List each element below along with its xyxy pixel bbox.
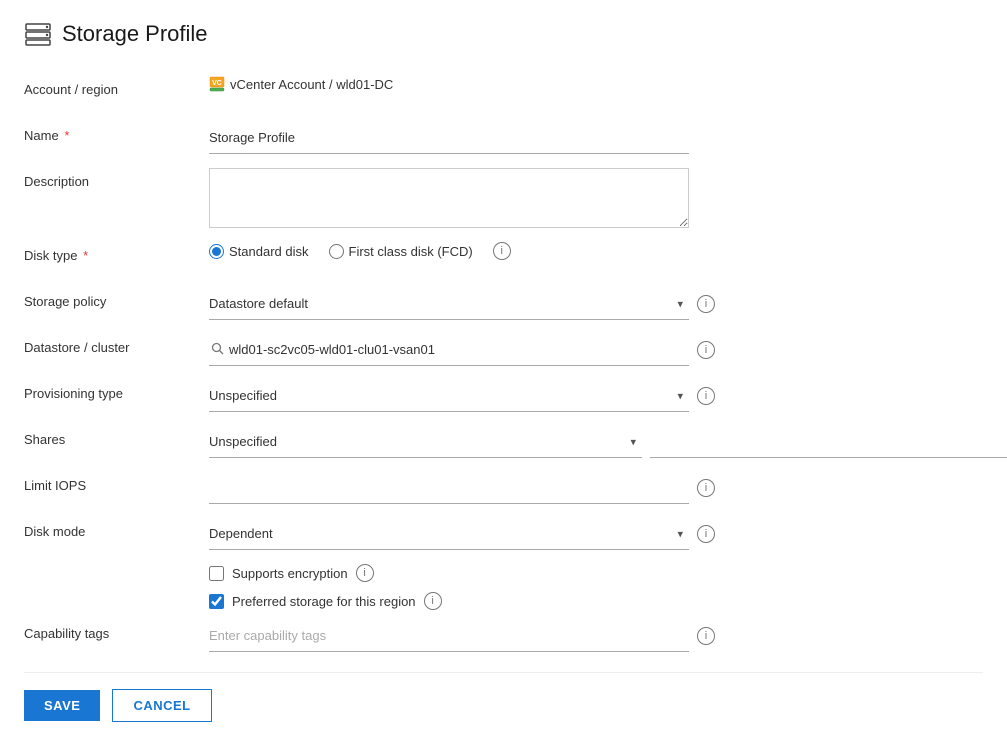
preferred-storage-info-icon[interactable]: i <box>424 592 442 610</box>
datastore-input-wrapper <box>209 334 689 366</box>
name-label: Name * <box>24 122 209 143</box>
shares-extra-input[interactable] <box>650 426 1007 458</box>
disk-type-row: Disk type * Standard disk First class di… <box>24 242 983 274</box>
account-region-row: Account / region VC vCenter Account / wl… <box>24 76 983 108</box>
description-field <box>209 168 929 228</box>
disk-mode-info-icon[interactable]: i <box>697 525 715 543</box>
save-button[interactable]: SAVE <box>24 690 100 721</box>
fcd-disk-radio[interactable] <box>329 244 344 259</box>
provisioning-type-select-wrapper: Unspecified Thin Thick ▾ <box>209 380 689 412</box>
page-header: Storage Profile <box>24 20 983 48</box>
datastore-cluster-label: Datastore / cluster <box>24 334 209 355</box>
name-required-indicator: * <box>64 128 69 143</box>
capability-tags-field: i <box>209 620 983 652</box>
disk-type-label: Disk type * <box>24 242 209 263</box>
storage-policy-info-icon[interactable]: i <box>697 295 715 313</box>
storage-icon <box>24 20 52 48</box>
capability-tags-row: Capability tags i <box>24 620 983 652</box>
capability-tags-input[interactable] <box>209 620 689 652</box>
name-field <box>209 122 929 154</box>
description-row: Description <box>24 168 983 228</box>
standard-disk-label: Standard disk <box>229 244 309 259</box>
name-input[interactable] <box>209 122 689 154</box>
disk-mode-field: Dependent Independent persistent Indepen… <box>209 518 929 550</box>
provisioning-type-info-icon[interactable]: i <box>697 387 715 405</box>
provisioning-type-row: Provisioning type Unspecified Thin Thick… <box>24 380 983 412</box>
preferred-storage-label[interactable]: Preferred storage for this region <box>232 594 416 609</box>
supports-encryption-checkbox[interactable] <box>209 566 224 581</box>
shares-label: Shares <box>24 426 209 447</box>
account-region-field: VC vCenter Account / wld01-DC <box>209 76 929 92</box>
shares-select-wrapper: Unspecified Low Normal High Custom ▾ <box>209 426 642 458</box>
supports-encryption-label[interactable]: Supports encryption <box>232 566 348 581</box>
storage-policy-select-wrapper: Datastore default Other ▾ <box>209 288 689 320</box>
limit-iops-input[interactable] <box>209 472 689 504</box>
account-region-value: VC vCenter Account / wld01-DC <box>209 76 393 92</box>
cancel-button[interactable]: CANCEL <box>112 689 211 722</box>
storage-profile-page: Storage Profile Account / region VC vCen… <box>0 0 1007 742</box>
standard-disk-radio[interactable] <box>209 244 224 259</box>
storage-policy-label: Storage policy <box>24 288 209 309</box>
shares-select[interactable]: Unspecified Low Normal High Custom <box>209 426 642 458</box>
limit-iops-info-icon[interactable]: i <box>697 479 715 497</box>
datastore-cluster-info-icon[interactable]: i <box>697 341 715 359</box>
shares-row: Shares Unspecified Low Normal High Custo… <box>24 426 983 458</box>
limit-iops-row: Limit IOPS i <box>24 472 983 504</box>
shares-field: Unspecified Low Normal High Custom ▾ i <box>209 426 1007 458</box>
disk-type-field: Standard disk First class disk (FCD) i <box>209 242 929 260</box>
storage-policy-row: Storage policy Datastore default Other ▾… <box>24 288 983 320</box>
page-title: Storage Profile <box>62 21 208 47</box>
preferred-storage-row: Preferred storage for this region i <box>209 592 983 610</box>
disk-type-radio-group: Standard disk First class disk (FCD) i <box>209 242 511 260</box>
vcenter-icon: VC <box>209 76 225 92</box>
svg-text:VC: VC <box>212 80 222 87</box>
disk-mode-label: Disk mode <box>24 518 209 539</box>
datastore-cluster-field: i <box>209 334 929 366</box>
footer-buttons: SAVE CANCEL <box>24 672 983 722</box>
disk-mode-select-wrapper: Dependent Independent persistent Indepen… <box>209 518 689 550</box>
datastore-search-icon <box>211 342 224 358</box>
capability-tags-info-icon[interactable]: i <box>697 627 715 645</box>
provisioning-type-select[interactable]: Unspecified Thin Thick <box>209 380 689 412</box>
standard-disk-option[interactable]: Standard disk <box>209 244 309 259</box>
datastore-cluster-row: Datastore / cluster i <box>24 334 983 366</box>
fcd-disk-label: First class disk (FCD) <box>349 244 473 259</box>
account-region-label: Account / region <box>24 76 209 97</box>
name-row: Name * <box>24 122 983 154</box>
description-label: Description <box>24 168 209 189</box>
supports-encryption-info-icon[interactable]: i <box>356 564 374 582</box>
preferred-storage-checkbox[interactable] <box>209 594 224 609</box>
capability-tags-label: Capability tags <box>24 620 209 641</box>
supports-encryption-row: Supports encryption i <box>209 564 983 582</box>
datastore-cluster-input[interactable] <box>209 334 689 366</box>
disk-type-info-icon[interactable]: i <box>493 242 511 260</box>
fcd-disk-option[interactable]: First class disk (FCD) <box>329 244 473 259</box>
provisioning-type-label: Provisioning type <box>24 380 209 401</box>
limit-iops-field: i <box>209 472 929 504</box>
disk-type-required-indicator: * <box>83 248 88 263</box>
storage-policy-select[interactable]: Datastore default Other <box>209 288 689 320</box>
disk-mode-row: Disk mode Dependent Independent persiste… <box>24 518 983 550</box>
limit-iops-label: Limit IOPS <box>24 472 209 493</box>
description-input[interactable] <box>209 168 689 228</box>
provisioning-type-field: Unspecified Thin Thick ▾ i <box>209 380 929 412</box>
disk-mode-select[interactable]: Dependent Independent persistent Indepen… <box>209 518 689 550</box>
storage-policy-field: Datastore default Other ▾ i <box>209 288 929 320</box>
